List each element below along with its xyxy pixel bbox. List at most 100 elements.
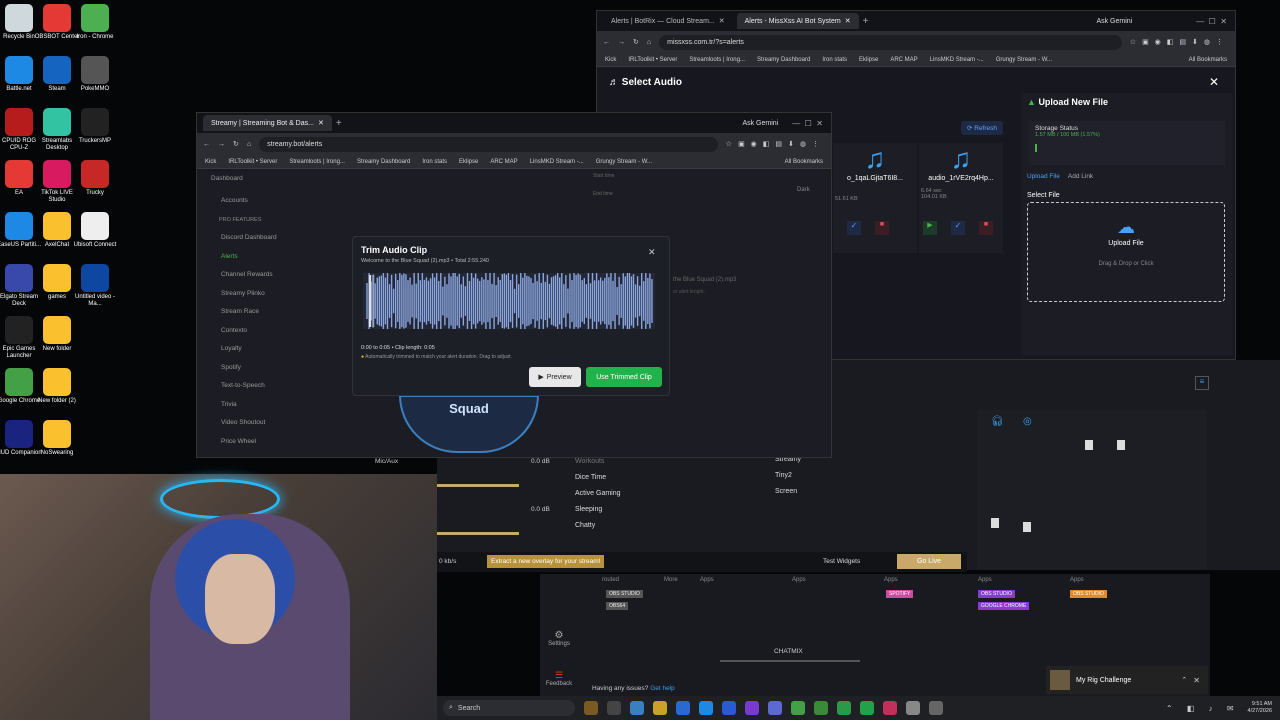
bookmark-item[interactable]: LinsMKD Stream -... bbox=[930, 57, 984, 63]
bookmark-item[interactable]: Eklipse bbox=[459, 159, 478, 165]
bookmark-item[interactable]: Iron stats bbox=[822, 57, 847, 63]
desktop-icon[interactable]: Ubisoft Connect bbox=[70, 212, 120, 249]
notification[interactable]: My Rig Challenge ⌃ ✕ bbox=[1046, 666, 1208, 694]
desktop-icon[interactable]: Trucky bbox=[70, 160, 120, 197]
test-widgets-button[interactable]: Test Widgets bbox=[823, 558, 860, 565]
taskbar-app-icon[interactable] bbox=[606, 701, 621, 715]
bookmark-item[interactable]: Kick bbox=[205, 159, 216, 165]
desktop-icon[interactable]: NoSwearing bbox=[32, 420, 82, 457]
sidebar-item[interactable]: Alerts bbox=[197, 249, 315, 268]
search-box[interactable]: ⌕ Search bbox=[443, 700, 575, 716]
back-icon[interactable]: ← bbox=[203, 141, 210, 148]
all-bookmarks[interactable]: All Bookmarks bbox=[1189, 57, 1227, 63]
sidebar-item[interactable]: Discord Dashboard bbox=[197, 230, 315, 249]
desktop-icon[interactable]: Iron - Chrome bbox=[70, 4, 120, 41]
taskbar-app-icon[interactable] bbox=[698, 701, 713, 715]
chevron-up-icon[interactable]: ⌃ bbox=[1181, 676, 1187, 684]
bookmark-item[interactable]: ARC MAP bbox=[890, 57, 917, 63]
source-item[interactable]: Streamy bbox=[771, 456, 961, 472]
overlay-prompt[interactable]: Extract a new overlay for your stream! bbox=[487, 555, 605, 568]
desktop-icon[interactable]: New folder bbox=[32, 316, 82, 353]
taskbar-app-icon[interactable] bbox=[905, 701, 920, 715]
preview-button[interactable]: ▶ Preview bbox=[529, 367, 581, 387]
ask-gemini-button[interactable]: Ask Gemini bbox=[1096, 18, 1132, 25]
taskbar-app-icon[interactable] bbox=[767, 701, 782, 715]
chatmix-slider[interactable] bbox=[720, 660, 860, 662]
audio-file-card[interactable]: ♫ o_1qaLGjtaT6I8... 51.61 KB ✓ ■ bbox=[833, 143, 917, 253]
sidebar-item[interactable]: Spotify bbox=[197, 360, 315, 379]
taskbar-app-icon[interactable] bbox=[813, 701, 828, 715]
scene-item[interactable]: Dice Time bbox=[575, 474, 765, 490]
audio-file-card[interactable]: ♫ audio_1rVE2rq4Hp... 6.64 sec 104.01 KB… bbox=[919, 143, 1003, 253]
ask-gemini-button[interactable]: Ask Gemini bbox=[742, 120, 778, 127]
get-help-link[interactable]: Get help bbox=[650, 685, 675, 692]
play-button[interactable]: ▶ bbox=[923, 221, 937, 235]
sidebar-item[interactable]: Video Shoutout bbox=[197, 415, 315, 434]
close-icon[interactable]: ✕ bbox=[845, 17, 851, 25]
go-live-button[interactable]: Go Live bbox=[897, 554, 961, 569]
waveform[interactable] bbox=[363, 269, 655, 333]
sidebar-item[interactable]: Trivia bbox=[197, 397, 315, 416]
close-icon[interactable]: ✕ bbox=[648, 247, 656, 258]
sidebar-item[interactable]: Text-to-Speech bbox=[197, 378, 315, 397]
use-trimmed-clip-button[interactable]: Use Trimmed Clip bbox=[586, 367, 662, 387]
close-icon[interactable]: ✕ bbox=[1193, 676, 1200, 685]
bookmark-item[interactable]: Iron stats bbox=[422, 159, 447, 165]
address-bar[interactable]: streamy.bot/alerts bbox=[259, 136, 718, 152]
desktop-icon[interactable]: TruckersMP bbox=[70, 108, 120, 145]
bookmark-item[interactable]: Eklipse bbox=[859, 57, 878, 63]
close-icon[interactable]: ✕ bbox=[719, 17, 725, 25]
close-icon[interactable]: ✕ bbox=[318, 119, 324, 127]
bookmark-item[interactable]: Streamloots | Irong... bbox=[289, 159, 345, 165]
source-item[interactable]: Screen bbox=[771, 488, 961, 504]
fader[interactable] bbox=[1117, 440, 1125, 450]
new-tab-button[interactable]: + bbox=[863, 16, 869, 27]
sidebar-item[interactable]: Stream Race bbox=[197, 304, 315, 323]
reload-icon[interactable]: ↻ bbox=[633, 38, 639, 46]
bookmark-item[interactable]: Streamy Dashboard bbox=[357, 159, 410, 165]
sidebar-item[interactable]: Streamy Plinko bbox=[197, 286, 315, 305]
fader[interactable] bbox=[991, 518, 999, 528]
tab-upload-file[interactable]: Upload File bbox=[1027, 173, 1060, 180]
fader[interactable] bbox=[1023, 522, 1031, 532]
taskbar-app-icon[interactable] bbox=[836, 701, 851, 715]
bookmark-item[interactable]: IRLToolkit • Server bbox=[228, 159, 277, 165]
select-button[interactable]: ✓ bbox=[951, 221, 965, 235]
taskbar-app-icon[interactable] bbox=[583, 701, 598, 715]
accounts-link[interactable]: Accounts bbox=[221, 197, 248, 204]
desktop-icon[interactable]: New folder (2) bbox=[32, 368, 82, 405]
file-drop-zone[interactable]: ☁ Upload File Drag & Drop or Click bbox=[1027, 202, 1225, 302]
settings-panel-icon[interactable]: ≡ bbox=[1195, 376, 1209, 390]
back-icon[interactable]: ← bbox=[603, 39, 610, 46]
home-icon[interactable]: ⌂ bbox=[647, 39, 651, 46]
forward-icon[interactable]: → bbox=[218, 141, 225, 148]
address-bar[interactable]: missxss.com.tr/?s=alerts bbox=[659, 34, 1122, 50]
scene-item[interactable]: Active Gaming bbox=[575, 490, 765, 506]
bookmark-item[interactable]: LinsMKD Stream -... bbox=[530, 159, 584, 165]
bookmark-item[interactable]: Streamloots | Irong... bbox=[689, 57, 745, 63]
tab-botrix[interactable]: Alerts | BotRix — Cloud Stream... ✕ bbox=[603, 13, 733, 29]
desktop-icon[interactable]: Untitled video - Ma... bbox=[70, 264, 120, 308]
dashboard-link[interactable]: Dashboard bbox=[211, 175, 243, 182]
reload-icon[interactable]: ↻ bbox=[233, 140, 239, 148]
window-controls[interactable]: — ☐ ✕ bbox=[1196, 17, 1227, 26]
tab-streamy[interactable]: Streamy | Streaming Bot & Das... ✕ bbox=[203, 115, 332, 131]
delete-button[interactable]: ■ bbox=[875, 221, 889, 235]
dark-toggle[interactable]: Dark bbox=[797, 187, 810, 193]
taskbar-app-icon[interactable] bbox=[928, 701, 943, 715]
new-tab-button[interactable]: + bbox=[336, 118, 342, 129]
clock[interactable]: 9:51 AM 4/27/2026 bbox=[1248, 701, 1272, 715]
select-button[interactable]: ✓ bbox=[847, 221, 861, 235]
volume-slider[interactable] bbox=[437, 532, 519, 535]
delete-button[interactable]: ■ bbox=[979, 221, 993, 235]
source-item[interactable]: Tiny2 bbox=[771, 472, 961, 488]
volume-slider[interactable] bbox=[437, 484, 519, 487]
taskbar-app-icon[interactable] bbox=[675, 701, 690, 715]
taskbar-app-icon[interactable] bbox=[882, 701, 897, 715]
taskbar-app-icon[interactable] bbox=[721, 701, 736, 715]
sidebar-item[interactable]: Contexto bbox=[197, 323, 315, 342]
bookmark-item[interactable]: Streamy Dashboard bbox=[757, 57, 810, 63]
forward-icon[interactable]: → bbox=[618, 39, 625, 46]
extensions-icons[interactable]: ☆▣◉◧▤⬇◍⋮ bbox=[726, 140, 825, 148]
sidebar-item[interactable]: Channel Rewards bbox=[197, 267, 315, 286]
